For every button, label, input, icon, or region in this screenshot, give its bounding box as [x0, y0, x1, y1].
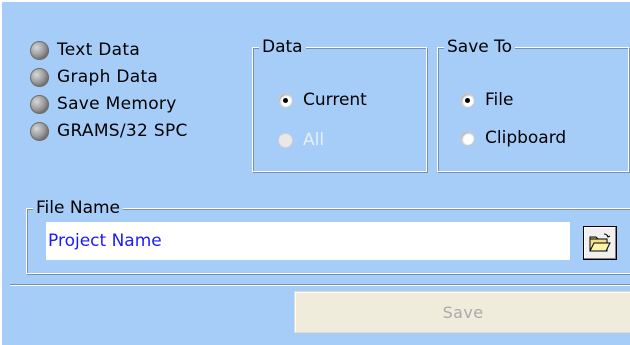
led-indicator-icon — [30, 40, 49, 60]
save-to-clipboard-label: Clipboard — [485, 128, 567, 148]
data-all-radio: All — [278, 130, 324, 150]
data-current-radio[interactable]: Current — [278, 90, 367, 110]
radio-checked-icon — [278, 92, 293, 108]
save-to-group: Save To File Clipboard — [437, 36, 629, 172]
export-panel: Text Data Graph Data Save Memory GRAMS/3… — [0, 0, 630, 345]
led-indicator-icon — [30, 94, 49, 114]
radio-checked-icon — [460, 92, 475, 108]
export-type-label: Save Memory — [57, 94, 177, 114]
divider — [10, 284, 630, 286]
radio-disabled-icon — [278, 132, 293, 148]
led-indicator-icon — [30, 67, 49, 87]
save-to-group-title: Save To — [444, 36, 516, 58]
open-folder-icon — [589, 233, 611, 252]
export-type-save-memory[interactable]: Save Memory — [30, 91, 188, 117]
radio-unchecked-icon — [460, 130, 475, 146]
export-type-grams-spc[interactable]: GRAMS/32 SPC — [30, 118, 188, 144]
data-group: Data Current All — [252, 36, 427, 172]
export-type-graph-data[interactable]: Graph Data — [30, 64, 188, 90]
led-indicator-icon — [30, 121, 49, 141]
data-group-title: Data — [259, 36, 306, 58]
save-button[interactable]: Save — [294, 291, 630, 333]
file-name-group-title: File Name — [33, 197, 124, 219]
export-type-label: Graph Data — [57, 67, 159, 87]
file-name-input[interactable]: Project Name — [46, 222, 570, 260]
export-type-text-data[interactable]: Text Data — [30, 37, 188, 63]
data-current-label: Current — [303, 90, 367, 110]
browse-button[interactable] — [583, 226, 617, 260]
save-to-file-radio[interactable]: File — [460, 90, 513, 110]
export-type-list: Text Data Graph Data Save Memory GRAMS/3… — [30, 37, 188, 145]
export-type-label: Text Data — [57, 40, 141, 60]
export-type-label: GRAMS/32 SPC — [57, 121, 188, 141]
save-to-file-label: File — [485, 90, 514, 110]
save-to-clipboard-radio[interactable]: Clipboard — [460, 128, 566, 148]
data-all-label: All — [303, 130, 325, 150]
